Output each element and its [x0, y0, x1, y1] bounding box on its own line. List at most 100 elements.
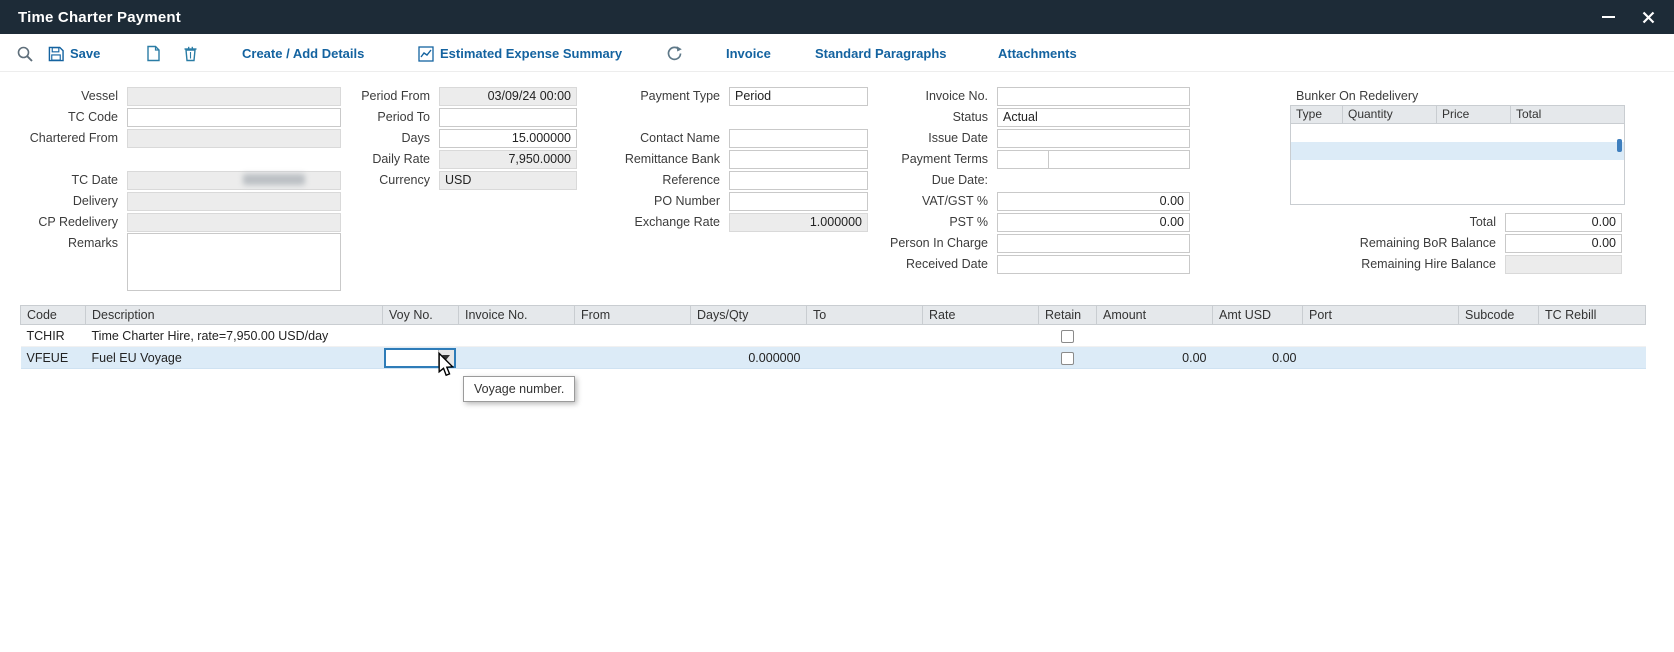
standard-paragraphs-button[interactable]: Standard Paragraphs [815, 40, 947, 67]
cell-description[interactable]: Fuel EU Voyage [86, 347, 383, 369]
cell-port[interactable] [1303, 325, 1459, 347]
remarks-field: Remarks [0, 233, 341, 253]
tc-date-label: TC Date [0, 173, 118, 187]
refresh-button[interactable] [666, 40, 683, 67]
col-header-invoice-no: Invoice No. [459, 306, 575, 325]
delivery-field: Delivery [0, 191, 341, 211]
col-header-days-qty: Days/Qty [691, 306, 807, 325]
delete-button[interactable] [183, 40, 198, 67]
cell-amt-usd[interactable]: 0.00 [1213, 347, 1303, 369]
retain-checkbox[interactable] [1061, 352, 1074, 365]
cell-description[interactable]: Time Charter Hire, rate=7,950.00 USD/day [86, 325, 383, 347]
cell-tc-rebill[interactable] [1539, 347, 1646, 369]
cell-tc-rebill[interactable] [1539, 325, 1646, 347]
cell-port[interactable] [1303, 347, 1459, 369]
payment-type-label: Payment Type [560, 89, 720, 103]
remaining-bor-balance-input[interactable] [1505, 234, 1622, 253]
cell-retain [1039, 347, 1097, 369]
attachments-button[interactable]: Attachments [998, 40, 1077, 67]
cell-to[interactable] [807, 325, 923, 347]
vat-gst-label: VAT/GST % [800, 194, 988, 208]
cell-invoice-no[interactable] [459, 347, 575, 369]
remarks-input[interactable] [127, 233, 341, 291]
issue-date-input[interactable] [997, 129, 1190, 148]
col-header-retain: Retain [1039, 306, 1097, 325]
chevron-down-icon [442, 355, 450, 360]
col-header-description: Description [86, 306, 383, 325]
grid-row-tchir[interactable]: TCHIR Time Charter Hire, rate=7,950.00 U… [21, 325, 1646, 347]
cell-amount[interactable]: 0.00 [1097, 347, 1213, 369]
minimize-button[interactable] [1590, 0, 1626, 34]
payment-terms-code-input[interactable] [997, 150, 1049, 169]
remittance-bank-label: Remittance Bank [560, 152, 720, 166]
cell-voy-no[interactable] [383, 325, 459, 347]
bunker-row[interactable] [1291, 124, 1624, 142]
attachments-label: Attachments [998, 46, 1077, 61]
dropdown-button[interactable] [438, 350, 454, 366]
remaining-bor-balance-label: Remaining BoR Balance [1200, 236, 1496, 250]
retain-checkbox[interactable] [1061, 330, 1074, 343]
cell-subcode[interactable] [1459, 325, 1539, 347]
search-button[interactable] [16, 40, 34, 67]
period-to-input[interactable] [439, 108, 577, 127]
payment-terms-desc-input[interactable] [1048, 150, 1190, 169]
days-input[interactable] [439, 129, 577, 148]
invoice-no-input[interactable] [997, 87, 1190, 106]
cell-from[interactable] [575, 325, 691, 347]
period-to-field: Period To [300, 107, 577, 127]
reference-label: Reference [560, 173, 720, 187]
cell-rate[interactable] [923, 347, 1039, 369]
cell-to[interactable] [807, 347, 923, 369]
bunker-table[interactable]: Type Quantity Price Total [1290, 105, 1625, 205]
invoice-button[interactable]: Invoice [726, 40, 771, 67]
cp-redelivery-input[interactable] [127, 213, 341, 232]
bunker-col-price: Price [1437, 106, 1511, 123]
currency-field: Currency [300, 170, 577, 190]
create-add-details-button[interactable]: Create / Add Details [242, 40, 364, 67]
save-button[interactable]: Save [48, 40, 100, 67]
daily-rate-input[interactable] [439, 150, 577, 169]
due-date-field: Due Date: [800, 170, 988, 190]
bunker-total-input[interactable] [1505, 213, 1622, 232]
person-in-charge-input[interactable] [997, 234, 1190, 253]
grid-row-vfeue[interactable]: VFEUE Fuel EU Voyage 0.000000 0.00 [21, 347, 1646, 369]
contact-name-label: Contact Name [560, 131, 720, 145]
currency-input[interactable] [439, 171, 577, 190]
received-date-input[interactable] [997, 255, 1190, 274]
tc-code-label: TC Code [0, 110, 118, 124]
voyage-number-tooltip: Voyage number. [463, 376, 575, 402]
cell-days-qty[interactable]: 0.000000 [691, 347, 807, 369]
estimated-expense-summary-button[interactable]: Estimated Expense Summary [418, 40, 622, 67]
col-header-amount: Amount [1097, 306, 1213, 325]
scrollbar-thumb[interactable] [1617, 139, 1622, 152]
close-button[interactable] [1630, 0, 1666, 34]
document-icon [146, 45, 161, 62]
cell-days-qty[interactable] [691, 325, 807, 347]
remaining-hire-balance-input[interactable] [1505, 255, 1622, 274]
voy-no-dropdown[interactable] [384, 348, 456, 368]
period-from-input[interactable] [439, 87, 577, 106]
trash-icon [183, 45, 198, 62]
status-input[interactable] [997, 108, 1190, 127]
cell-invoice-no[interactable] [459, 325, 575, 347]
delivery-label: Delivery [0, 194, 118, 208]
bunker-total-label: Total [1200, 215, 1496, 229]
bunker-col-total: Total [1511, 106, 1624, 123]
cell-from[interactable] [575, 347, 691, 369]
vat-gst-input[interactable] [997, 192, 1190, 211]
cp-redelivery-label: CP Redelivery [0, 215, 118, 229]
issue-date-field: Issue Date [800, 128, 1190, 148]
cell-code[interactable]: TCHIR [21, 325, 86, 347]
cell-amt-usd[interactable] [1213, 325, 1303, 347]
days-label: Days [300, 131, 430, 145]
copy-button[interactable] [146, 40, 161, 67]
cell-subcode[interactable] [1459, 347, 1539, 369]
cell-rate[interactable] [923, 325, 1039, 347]
bunker-row-selected[interactable] [1291, 142, 1624, 160]
invoice-no-field: Invoice No. [800, 86, 1190, 106]
cell-amount[interactable] [1097, 325, 1213, 347]
pst-input[interactable] [997, 213, 1190, 232]
cell-code[interactable]: VFEUE [21, 347, 86, 369]
tc-date-field: TC Date [0, 170, 341, 190]
delivery-input[interactable] [127, 192, 341, 211]
